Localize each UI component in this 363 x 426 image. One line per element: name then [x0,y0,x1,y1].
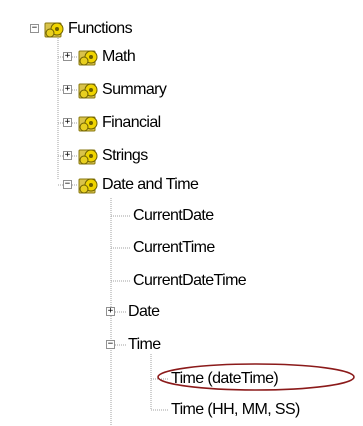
tree-node-label: Math [102,48,136,65]
tree-node-strings[interactable]: + Strings [0,144,200,168]
tree-node-label: Time (dateTime) [171,370,279,387]
expand-toggle-icon[interactable]: + [63,52,72,61]
tree-node-label: Date and Time [102,176,199,193]
tree-node-math[interactable]: + Math [0,45,200,69]
tree-node-financial[interactable]: + Financial [0,111,200,135]
tree-node-label: Time [128,336,161,353]
gear-folder-icon [78,116,98,132]
expand-toggle-icon[interactable]: + [106,307,115,316]
expand-toggle-icon[interactable]: + [63,85,72,94]
tree-node-current-date-time[interactable]: CurrentDateTime [0,269,280,293]
tree-node-label: Functions [68,20,133,37]
tree-node-label: CurrentTime [133,239,215,256]
collapse-toggle-icon[interactable]: − [106,340,115,349]
collapse-toggle-icon[interactable]: − [63,180,72,189]
functions-tree[interactable]: − Functions + Math + Summary + Financial… [0,0,363,426]
gear-folder-icon [78,83,98,99]
tree-node-label: CurrentDateTime [133,272,247,289]
tree-node-current-date[interactable]: CurrentDate [0,204,250,228]
tree-node-date-and-time[interactable]: − Date and Time [0,173,250,197]
expand-toggle-icon[interactable]: + [63,118,72,127]
tree-node-label: Financial [102,114,161,131]
gear-folder-icon [78,178,98,194]
tree-node-label: Time (HH, MM, SS) [171,401,300,418]
tree-node-date[interactable]: + Date [0,300,250,324]
tree-node-current-time[interactable]: CurrentTime [0,236,250,260]
gear-folder-icon [44,22,64,38]
tree-node-label: Strings [102,147,148,164]
tree-node-label: CurrentDate [133,207,214,224]
expand-toggle-icon[interactable]: + [63,151,72,160]
tree-node-time-datetime[interactable]: Time (dateTime) [0,367,340,391]
tree-node-summary[interactable]: + Summary [0,78,200,102]
tree-node-label: Summary [102,81,167,98]
gear-folder-icon [78,149,98,165]
tree-node-functions[interactable]: − Functions [0,17,200,41]
gear-folder-icon [78,50,98,66]
tree-node-time[interactable]: − Time [0,333,250,357]
collapse-toggle-icon[interactable]: − [30,24,39,33]
tree-node-time-hh-mm-ss[interactable]: Time (HH, MM, SS) [0,398,360,422]
tree-node-label: Date [128,303,160,320]
